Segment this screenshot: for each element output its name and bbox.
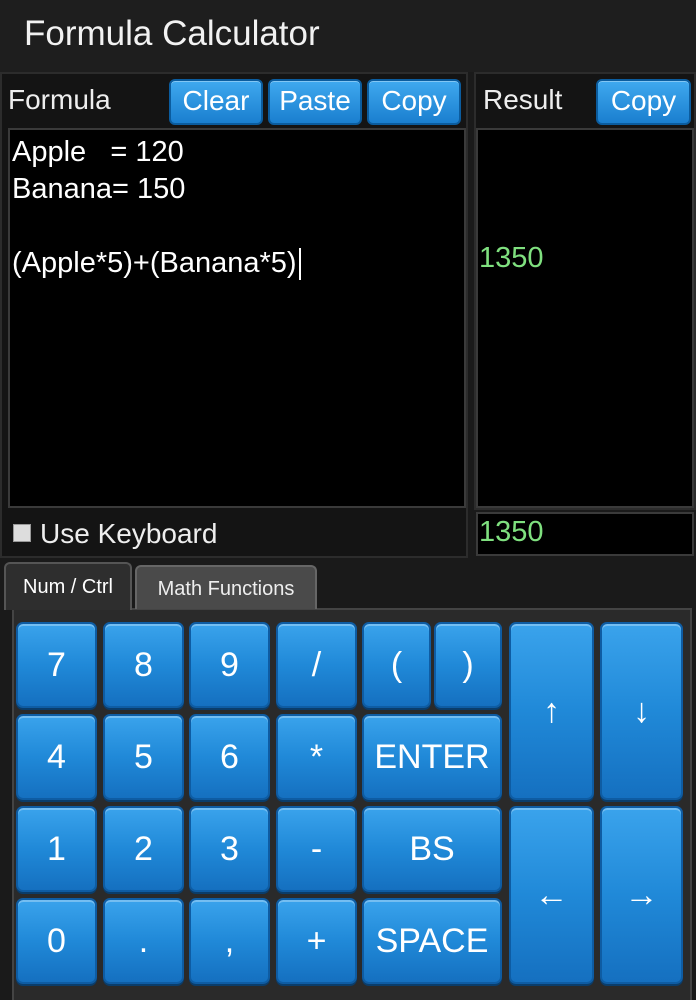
key-5[interactable]: 5 bbox=[103, 714, 184, 800]
use-keyboard-checkbox[interactable] bbox=[13, 524, 31, 542]
app-title: Formula Calculator bbox=[24, 14, 320, 53]
arrow-left-icon: ← bbox=[534, 875, 569, 914]
arrow-right-key[interactable]: → bbox=[600, 806, 683, 984]
space-key[interactable]: SPACE bbox=[362, 898, 502, 984]
key-divide[interactable]: / bbox=[276, 622, 357, 708]
tab-math-functions[interactable]: Math Functions bbox=[135, 565, 317, 609]
paste-button[interactable]: Paste bbox=[268, 79, 362, 125]
key-8[interactable]: 8 bbox=[103, 622, 184, 708]
arrow-down-icon: ↓ bbox=[633, 691, 650, 730]
key-close-paren[interactable]: ) bbox=[434, 622, 502, 708]
key-4[interactable]: 4 bbox=[16, 714, 97, 800]
copy-formula-button[interactable]: Copy bbox=[367, 79, 461, 125]
key-multiply[interactable]: * bbox=[276, 714, 357, 800]
arrow-down-key[interactable]: ↓ bbox=[600, 622, 683, 800]
tab-num-ctrl[interactable]: Num / Ctrl bbox=[4, 562, 132, 610]
enter-key[interactable]: ENTER bbox=[362, 714, 502, 800]
key-9[interactable]: 9 bbox=[189, 622, 270, 708]
total-result: 1350 bbox=[479, 516, 544, 548]
key-1[interactable]: 1 bbox=[16, 806, 97, 892]
key-decimal[interactable]: . bbox=[103, 898, 184, 984]
key-open-paren[interactable]: ( bbox=[362, 622, 431, 708]
key-subtract[interactable]: - bbox=[276, 806, 357, 892]
formula-line: Apple = 120 bbox=[12, 136, 184, 168]
key-2[interactable]: 2 bbox=[103, 806, 184, 892]
key-add[interactable]: + bbox=[276, 898, 357, 984]
key-6[interactable]: 6 bbox=[189, 714, 270, 800]
text-cursor bbox=[298, 248, 301, 281]
result-label: Result bbox=[483, 84, 563, 115]
arrow-up-icon: ↑ bbox=[543, 691, 560, 730]
clear-button[interactable]: Clear bbox=[169, 79, 263, 125]
line-result: 1350 bbox=[479, 242, 544, 274]
use-keyboard-label: Use Keyboard bbox=[40, 518, 218, 549]
formula-label: Formula bbox=[8, 84, 111, 115]
formula-line: (Apple*5)+(Banana*5) bbox=[12, 245, 462, 282]
formula-line: Banana= 150 bbox=[12, 173, 186, 205]
backspace-key[interactable]: BS bbox=[362, 806, 502, 892]
key-3[interactable]: 3 bbox=[189, 806, 270, 892]
arrow-up-key[interactable]: ↑ bbox=[509, 622, 594, 800]
formula-line bbox=[12, 208, 462, 245]
formula-input[interactable]: Apple = 120 Banana= 150 (Apple*5)+(Banana… bbox=[8, 128, 466, 508]
copy-result-button[interactable]: Copy bbox=[596, 79, 691, 125]
arrow-left-key[interactable]: ← bbox=[509, 806, 594, 984]
result-area bbox=[476, 128, 694, 508]
key-7[interactable]: 7 bbox=[16, 622, 97, 708]
arrow-right-icon: → bbox=[624, 875, 659, 914]
key-0[interactable]: 0 bbox=[16, 898, 97, 984]
key-comma[interactable]: , bbox=[189, 898, 270, 984]
formula-text: Apple = 120 Banana= 150 (Apple*5)+(Banana… bbox=[10, 130, 464, 286]
